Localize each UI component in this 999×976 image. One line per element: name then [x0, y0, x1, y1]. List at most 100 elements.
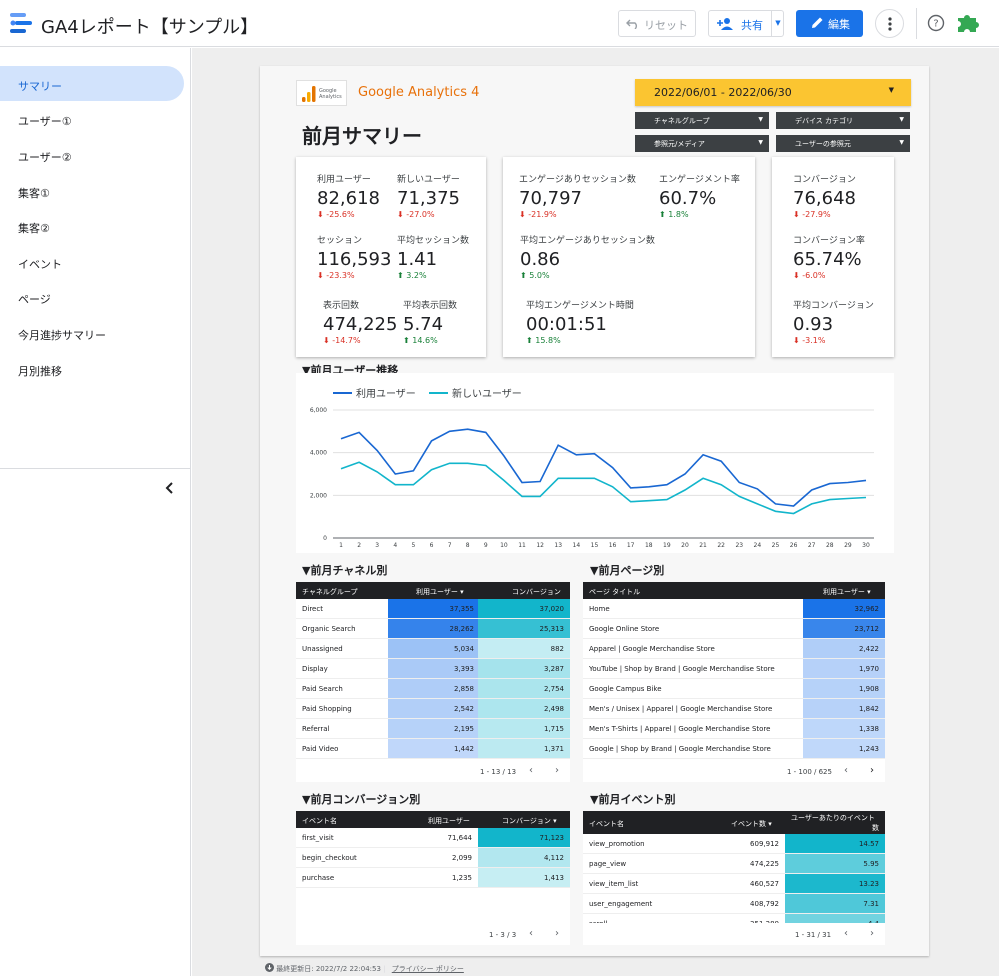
sidebar-item-users-2[interactable]: ユーザー②: [0, 137, 184, 172]
filter-label: ユーザーの参照元: [795, 140, 851, 148]
sidebar-item-monthly-trend[interactable]: 月別推移: [0, 351, 184, 386]
table-row: page_view 474,225 5.95: [583, 854, 885, 874]
edit-button[interactable]: 編集: [796, 10, 863, 37]
caret-down-icon: ▼: [888, 86, 894, 94]
x-tick-label: 4: [393, 542, 397, 549]
col-header-users[interactable]: 利用ユーザー: [428, 816, 470, 826]
date-range-picker[interactable]: 2022/06/01 - 2022/06/30 ▼: [635, 79, 911, 106]
filter-channel-group[interactable]: チャネルグループ ▼: [635, 112, 769, 129]
col-header-event-name[interactable]: イベント名: [302, 816, 337, 826]
chevron-right-icon[interactable]: ›: [870, 765, 874, 776]
chevron-left-icon[interactable]: ‹: [844, 765, 848, 776]
metric-label: セッション: [317, 236, 363, 246]
x-tick-label: 30: [862, 542, 870, 549]
metric-delta: ⬇ -25.6%: [317, 210, 355, 219]
col-header-channel[interactable]: チャネルグループ: [302, 587, 358, 597]
chevron-left-icon[interactable]: ‹: [529, 765, 533, 776]
metric-delta: ⬇ -6.0%: [793, 271, 826, 280]
cell-page-title: Men's / Unisex | Apparel | Google Mercha…: [589, 705, 773, 713]
pencil-icon: [812, 17, 823, 28]
sidebar-item-acquisition-1[interactable]: 集客①: [0, 173, 184, 208]
logo-text-analytics: Analytics: [319, 94, 342, 100]
cell-event-count: 408,792: [750, 900, 779, 908]
x-tick-label: 2: [357, 542, 361, 549]
chevron-left-icon[interactable]: [163, 480, 177, 496]
sidebar-item-summary[interactable]: サマリー: [0, 66, 184, 101]
table-row: Unassigned 5,034 882: [296, 639, 570, 659]
table-row: purchase 1,235 1,413: [296, 868, 570, 888]
table-row: user_engagement 408,792 7.31: [583, 894, 885, 914]
pager-text: 1 - 3 / 3: [489, 931, 517, 939]
cell-events-per-user: 7.31: [863, 900, 879, 908]
col-header-conversions[interactable]: コンバージョン: [512, 587, 561, 597]
col-header-users[interactable]: 利用ユーザー ▾: [416, 587, 464, 597]
x-tick-label: 13: [554, 542, 562, 549]
caret-down-icon: ▼: [899, 139, 904, 146]
edit-label: 編集: [828, 18, 850, 31]
metric-value: 5.74: [403, 314, 444, 335]
cell-conversions: 37,020: [539, 605, 565, 613]
cell-event-name: view_promotion: [589, 840, 645, 848]
metric-value: 00:01:51: [526, 314, 607, 335]
sidebar-item-pages[interactable]: ページ: [0, 279, 184, 314]
more-options-button[interactable]: [875, 9, 904, 38]
toolbar-divider: [916, 8, 917, 39]
metric-delta: ⬇ -3.1%: [793, 336, 826, 345]
help-icon[interactable]: ?: [927, 14, 945, 32]
add-person-icon: [717, 18, 733, 30]
x-tick-label: 12: [536, 542, 544, 549]
share-label: 共有: [741, 19, 763, 32]
metric-delta: ⬇ -14.7%: [323, 336, 361, 345]
top-bar: GA4レポート【サンプル】 リセット 共有 ▼ 編集 ?: [0, 0, 999, 47]
chevron-right-icon[interactable]: ›: [555, 928, 559, 939]
col-header-users[interactable]: 利用ユーザー ▾: [823, 587, 871, 597]
share-button[interactable]: 共有 ▼: [708, 10, 784, 37]
cell-event-name: view_item_list: [589, 880, 639, 888]
section-title-events: ▼前月イベント別: [590, 793, 676, 806]
chevron-left-icon[interactable]: ‹: [529, 928, 533, 939]
x-tick-label: 14: [573, 542, 581, 549]
page-table: ページ タイトル 利用ユーザー ▾ Home 32,962 Google Onlin…: [583, 582, 885, 782]
metric-avg-engagement-time: 平均エンゲージメント時間 00:01:51 ⬆ 15.8%: [526, 298, 634, 345]
sidebar-item-events[interactable]: イベント: [0, 244, 184, 279]
cell-users: 1,235: [451, 874, 472, 882]
cell-users: 1,442: [453, 745, 474, 753]
cell-users: 1,970: [858, 665, 879, 673]
reset-button[interactable]: リセット: [618, 10, 696, 37]
sidebar-item-monthly-progress[interactable]: 今月進捗サマリー: [0, 315, 184, 350]
event-table: イベント名 イベント数 ▾ ユーザーあたりのイベント 数 view_promot…: [583, 811, 885, 945]
cell-conversions: 4,112: [543, 854, 564, 862]
metric-avg-engaged-sessions: 平均エンゲージありセッション数 0.86 ⬆ 5.0%: [520, 233, 655, 280]
cell-event-name: page_view: [589, 860, 627, 868]
metric-value: 474,225: [323, 314, 398, 335]
metric-label: 表示回数: [323, 301, 360, 311]
sidebar-item-acquisition-2[interactable]: 集客②: [0, 208, 184, 243]
cell-event-count: 609,912: [750, 840, 779, 848]
chevron-right-icon[interactable]: ›: [870, 928, 874, 939]
metric-value: 76,648: [793, 188, 856, 209]
report-title[interactable]: GA4レポート【サンプル】: [41, 13, 258, 39]
chevron-right-icon[interactable]: ›: [555, 765, 559, 776]
privacy-policy-link[interactable]: プライバシー ポリシー: [392, 965, 464, 973]
filter-device-category[interactable]: デバイス カテゴリ ▼: [776, 112, 910, 129]
cell-conversions: 1,413: [543, 874, 564, 882]
table-row: Display 3,393 3,287: [296, 659, 570, 679]
metric-avg-sessions: 平均セッション数 1.41 ⬆ 3.2%: [397, 233, 469, 280]
filter-source-medium[interactable]: 参照元/メディア ▼: [635, 135, 769, 152]
table-row: Direct 37,355 37,020: [296, 599, 570, 619]
share-dropdown-caret-icon[interactable]: ▼: [771, 11, 784, 36]
cell-page-title: Google Online Store: [589, 625, 660, 633]
col-header-page-title[interactable]: ページ タイトル: [589, 587, 640, 597]
metric-value: 0.93: [793, 314, 834, 335]
col-header-conversions[interactable]: コンバージョン ▾: [502, 816, 557, 826]
x-tick-label: 10: [500, 542, 508, 549]
sidebar-item-users-1[interactable]: ユーザー①: [0, 101, 184, 136]
cell-channel: Direct: [302, 605, 323, 613]
table-row: Organic Search 28,262 25,313: [296, 619, 570, 639]
puzzle-extension-icon[interactable]: [956, 12, 982, 34]
filter-user-source[interactable]: ユーザーの参照元 ▼: [776, 135, 910, 152]
chevron-left-icon[interactable]: ‹: [844, 928, 848, 939]
cell-users: 32,962: [854, 605, 880, 613]
metric-value: 65.74%: [793, 249, 862, 270]
metric-delta: ⬇ -23.3%: [317, 271, 355, 280]
